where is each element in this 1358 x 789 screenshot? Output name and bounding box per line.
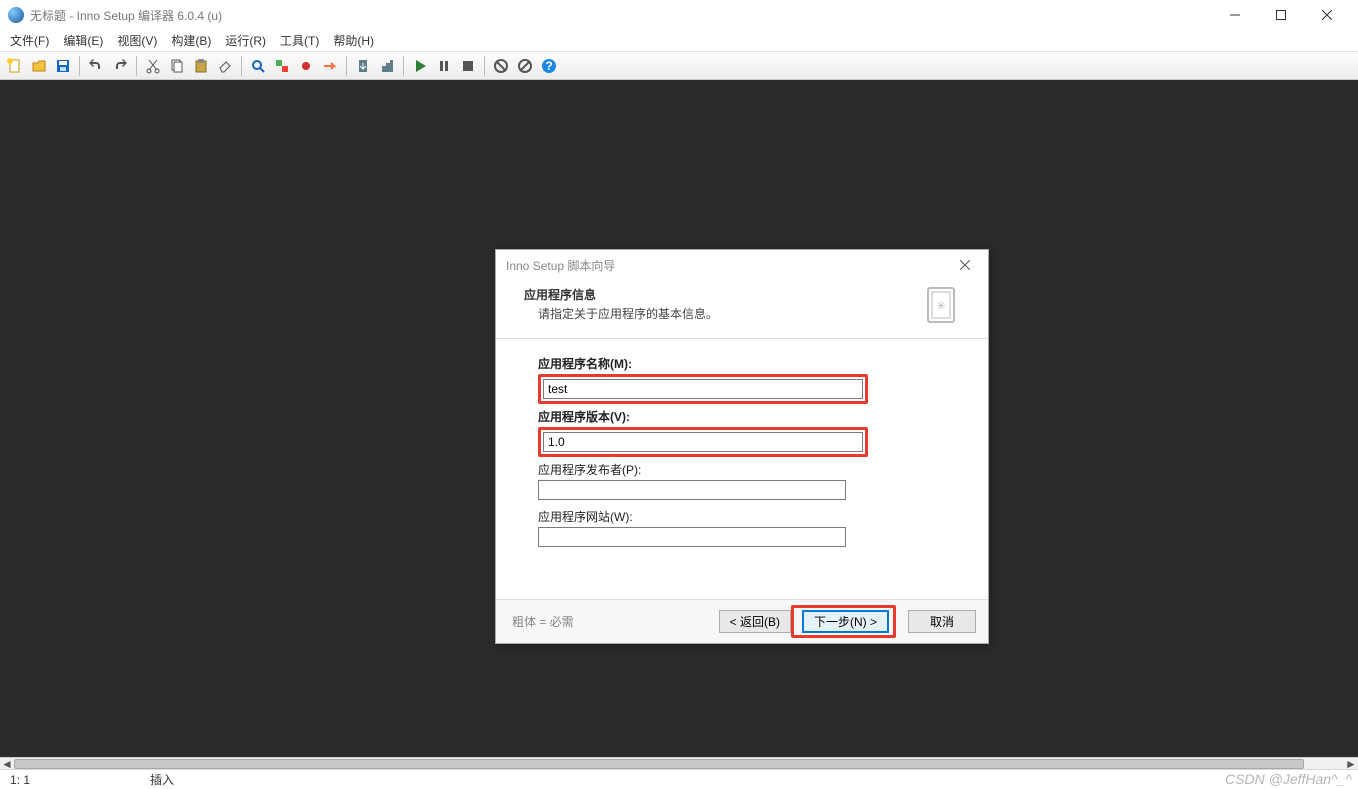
highlight-app-name — [538, 374, 868, 404]
scroll-thumb[interactable] — [14, 759, 1304, 769]
breakpoint-icon[interactable] — [295, 55, 317, 77]
next-button[interactable]: 下一步(N) > — [802, 610, 889, 633]
dialog-title: Inno Setup 脚本向导 — [506, 257, 952, 274]
minimize-button[interactable] — [1212, 0, 1258, 30]
dialog-titlebar: Inno Setup 脚本向导 — [496, 250, 988, 280]
pause-icon[interactable] — [433, 55, 455, 77]
options2-icon[interactable] — [514, 55, 536, 77]
erase-icon[interactable] — [214, 55, 236, 77]
back-button[interactable]: < 返回(B) — [719, 610, 791, 633]
input-website[interactable] — [538, 527, 846, 547]
dialog-heading: 应用程序信息 — [524, 286, 918, 303]
highlight-next: 下一步(N) > — [791, 605, 896, 638]
menu-file[interactable]: 文件(F) — [10, 32, 49, 49]
toolbar: ? — [0, 52, 1358, 80]
stop-icon[interactable] — [457, 55, 479, 77]
find-icon[interactable] — [247, 55, 269, 77]
menu-build[interactable]: 构建(B) — [171, 32, 211, 49]
scroll-left-icon[interactable]: ◄ — [0, 758, 14, 770]
copy-icon[interactable] — [166, 55, 188, 77]
watermark: CSDN @JeffHan^_^ — [1225, 771, 1352, 787]
dialog-form: 应用程序名称(M): 应用程序版本(V): 应用程序发布者(P): 应用程序网站… — [496, 351, 988, 599]
input-app-version[interactable] — [543, 432, 863, 452]
input-publisher[interactable] — [538, 480, 846, 500]
label-app-version: 应用程序版本(V): — [538, 408, 946, 425]
document-icon: ✳ — [924, 286, 960, 328]
menu-view[interactable]: 视图(V) — [117, 32, 157, 49]
label-publisher: 应用程序发布者(P): — [538, 461, 946, 478]
insert-mode: 插入 — [150, 771, 174, 788]
app-icon — [8, 7, 24, 23]
open-icon[interactable] — [28, 55, 50, 77]
dialog-footer: 粗体 = 必需 < 返回(B) 下一步(N) > 取消 — [496, 599, 988, 643]
svg-text:?: ? — [545, 59, 552, 73]
input-app-name[interactable] — [543, 379, 863, 399]
menu-help[interactable]: 帮助(H) — [333, 32, 374, 49]
menu-run[interactable]: 运行(R) — [225, 32, 266, 49]
required-note: 粗体 = 必需 — [512, 613, 574, 630]
replace-icon[interactable] — [271, 55, 293, 77]
new-icon[interactable] — [4, 55, 26, 77]
redo-icon[interactable] — [109, 55, 131, 77]
statusbar: 1: 1 插入 CSDN @JeffHan^_^ — [0, 769, 1358, 789]
menubar: 文件(F) 编辑(E) 视图(V) 构建(B) 运行(R) 工具(T) 帮助(H… — [0, 30, 1358, 52]
save-icon[interactable] — [52, 55, 74, 77]
menu-edit[interactable]: 编辑(E) — [63, 32, 103, 49]
label-website: 应用程序网站(W): — [538, 508, 946, 525]
highlight-app-version — [538, 427, 868, 457]
cancel-button[interactable]: 取消 — [908, 610, 976, 633]
svg-text:✳: ✳ — [936, 299, 946, 313]
build-icon[interactable] — [376, 55, 398, 77]
dialog-close-button[interactable] — [952, 254, 978, 276]
horizontal-scrollbar[interactable]: ◄ ► — [0, 757, 1358, 769]
cursor-position: 1: 1 — [10, 773, 90, 787]
options-icon[interactable] — [490, 55, 512, 77]
scroll-right-icon[interactable]: ► — [1344, 758, 1358, 770]
cut-icon[interactable] — [142, 55, 164, 77]
close-button[interactable] — [1304, 0, 1350, 30]
window-title: 无标题 - Inno Setup 编译器 6.0.4 (u) — [30, 7, 1212, 24]
compile-icon[interactable] — [352, 55, 374, 77]
wizard-dialog: Inno Setup 脚本向导 应用程序信息 请指定关于应用程序的基本信息。 ✳… — [495, 249, 989, 644]
goto-icon[interactable] — [319, 55, 341, 77]
undo-icon[interactable] — [85, 55, 107, 77]
help-icon[interactable]: ? — [538, 55, 560, 77]
label-app-name: 应用程序名称(M): — [538, 355, 946, 372]
paste-icon[interactable] — [190, 55, 212, 77]
menu-tools[interactable]: 工具(T) — [280, 32, 319, 49]
window-titlebar: 无标题 - Inno Setup 编译器 6.0.4 (u) — [0, 0, 1358, 30]
run-icon[interactable] — [409, 55, 431, 77]
dialog-subheading: 请指定关于应用程序的基本信息。 — [524, 305, 918, 322]
maximize-button[interactable] — [1258, 0, 1304, 30]
